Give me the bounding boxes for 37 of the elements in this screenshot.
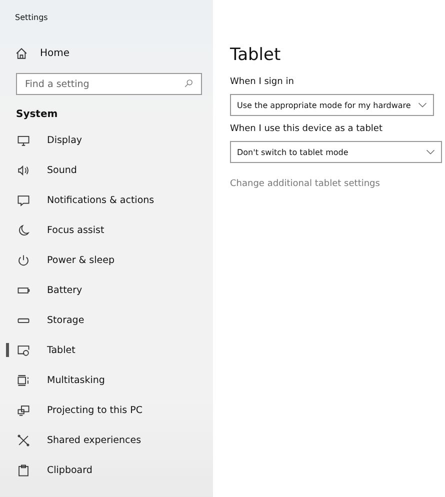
- sidebar-item[interactable]: Battery: [0, 275, 213, 305]
- chevron-icon: [418, 102, 427, 108]
- section-heading: System: [16, 109, 59, 122]
- sidebar-item[interactable]: Shared experiences: [0, 425, 213, 455]
- moon-icon: [17, 224, 30, 236]
- sidebar-item[interactable]: Clipboard: [0, 455, 213, 485]
- sidebar-item[interactable]: Projecting to this PC: [0, 395, 213, 425]
- speaker-icon: [17, 164, 30, 176]
- tablet-icon: [17, 344, 30, 356]
- sidebar-item[interactable]: Storage: [0, 305, 213, 335]
- setting-label: When I sign in: [230, 77, 295, 89]
- sidebar-item[interactable]: Power & sleep: [0, 245, 213, 275]
- shared-icon: [17, 434, 30, 446]
- home-link[interactable]: Home: [15, 45, 213, 61]
- home-label: Home: [40, 48, 70, 58]
- search-icon: [184, 79, 193, 88]
- sidebar-item[interactable]: Tablet: [0, 335, 213, 365]
- window-title: Settings: [14, 12, 49, 24]
- home-icon: [15, 46, 28, 60]
- chevron-icon: [426, 149, 435, 155]
- windows-icon: [17, 374, 30, 386]
- settings-link[interactable]: Change additional tablet settings: [230, 179, 445, 189]
- sidebar-item[interactable]: Notifications & actions: [0, 185, 213, 215]
- projector-icon: [17, 404, 30, 416]
- sidebar-item[interactable]: Focus assist: [0, 215, 213, 245]
- dropdown[interactable]: Use the appropriate mode for my hardware: [230, 94, 434, 116]
- sidebar-item[interactable]: Multitasking: [0, 365, 213, 395]
- power-icon: [17, 254, 30, 266]
- sidebar-item[interactable]: Display: [0, 125, 213, 155]
- setting-label: When I use this device as a tablet: [230, 124, 384, 136]
- monitor-icon: [17, 134, 30, 146]
- page-heading: Tablet: [230, 45, 282, 67]
- clipboard-icon: [17, 464, 30, 476]
- dropdown[interactable]: Don't switch to tablet mode: [230, 141, 442, 163]
- search-field[interactable]: Find a setting: [16, 73, 202, 95]
- sidebar-item[interactable]: Sound: [0, 155, 213, 185]
- speech-bubble-icon: [17, 194, 30, 206]
